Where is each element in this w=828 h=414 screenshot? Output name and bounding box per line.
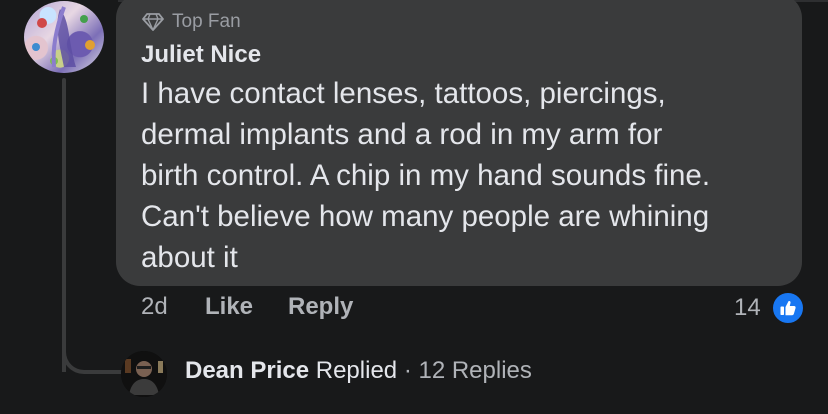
comment-text: I have contact lenses, tattoos, piercing… [141,77,711,274]
replier-avatar-image [121,351,167,397]
view-replies-link[interactable]: Dean Price Replied · 12 Replies [185,357,532,385]
replied-label: Replied [315,357,398,384]
replier-name: Dean Price [185,357,310,384]
badge-label: Top Fan [172,11,241,32]
comment-author[interactable]: Juliet Nice [141,41,261,69]
replier-avatar[interactable] [121,351,167,397]
thumbs-up-glyph [780,300,796,316]
separator-dot: · [403,357,412,384]
thread-line [62,78,66,372]
reply-button[interactable]: Reply [288,293,353,321]
comment-timestamp[interactable]: 2d [141,293,168,321]
replies-count: 12 Replies [418,357,532,384]
thumbs-up-icon[interactable] [771,291,805,325]
diamond-icon [142,13,164,31]
like-button[interactable]: Like [205,293,253,321]
avatar-image [32,6,95,68]
reaction-count[interactable]: 14 [734,294,761,322]
commenter-avatar[interactable] [24,1,104,73]
top-fan-badge: Top Fan [142,11,241,33]
thread-connector [62,342,122,374]
